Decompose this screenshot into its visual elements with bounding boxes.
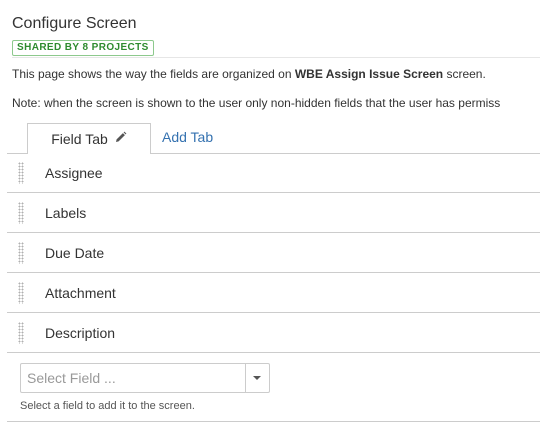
field-label: Assignee (45, 165, 103, 181)
page-title: Configure Screen (12, 15, 137, 32)
tab-field-tab[interactable]: Field Tab (27, 123, 151, 154)
select-field-dropdown-button[interactable] (245, 364, 269, 392)
description-suffix: screen. (443, 67, 486, 81)
select-field-combobox[interactable] (20, 363, 270, 393)
field-list: Assignee Labels Due Date Attachment Desc… (7, 153, 540, 353)
drag-handle-icon[interactable] (18, 162, 24, 184)
select-field-input[interactable] (21, 364, 245, 392)
field-row-assignee[interactable]: Assignee (7, 153, 540, 193)
drag-handle-icon[interactable] (18, 322, 24, 344)
field-label: Labels (45, 205, 87, 221)
description-prefix: This page shows the way the fields are o… (12, 67, 295, 81)
add-tab-link[interactable]: Add Tab (162, 129, 213, 145)
drag-handle-icon[interactable] (18, 282, 24, 304)
tab-label: Field Tab (51, 131, 108, 147)
field-row-description[interactable]: Description (7, 313, 540, 353)
chevron-down-icon (253, 376, 261, 380)
field-label: Description (45, 325, 116, 341)
screen-note: Note: when the screen is shown to the us… (12, 96, 501, 110)
bottom-divider (7, 421, 540, 422)
field-label: Due Date (45, 245, 105, 261)
field-label: Attachment (45, 285, 116, 301)
field-row-due-date[interactable]: Due Date (7, 233, 540, 273)
screen-name: WBE Assign Issue Screen (294, 67, 444, 81)
shared-projects-badge[interactable]: SHARED BY 8 PROJECTS (12, 40, 154, 56)
field-row-labels[interactable]: Labels (7, 193, 540, 233)
screen-description: This page shows the way the fields are o… (12, 67, 486, 81)
drag-handle-icon[interactable] (18, 242, 24, 264)
drag-handle-icon[interactable] (18, 202, 24, 224)
field-row-attachment[interactable]: Attachment (7, 273, 540, 313)
pencil-icon[interactable] (114, 124, 127, 154)
select-field-help-text: Select a field to add it to the screen. (20, 400, 195, 412)
header-divider (12, 57, 540, 58)
